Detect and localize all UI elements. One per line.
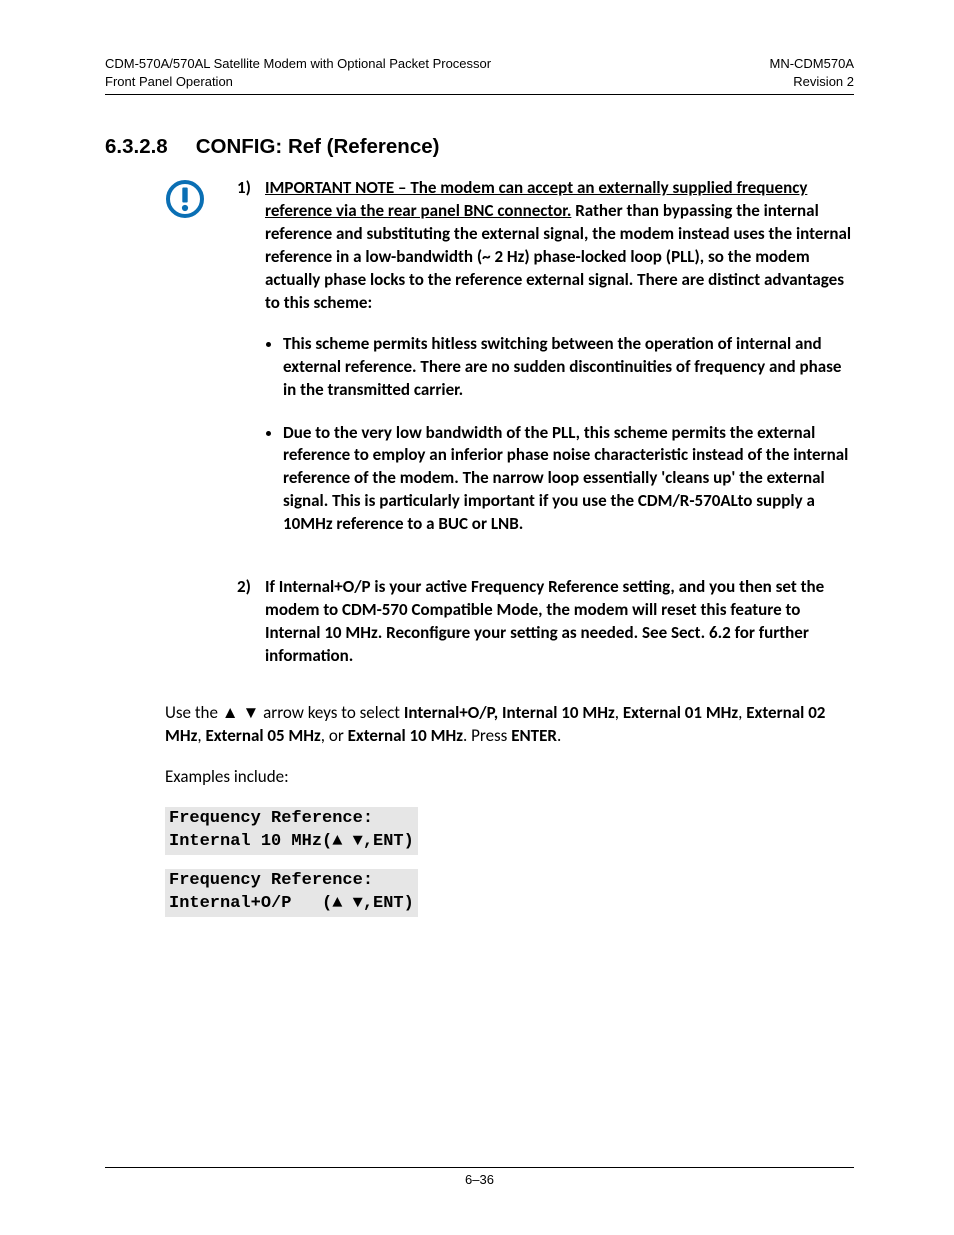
important-note-block: 1) IMPORTANT NOTE – The modem can accept… [165,177,854,688]
alert-icon [165,179,205,219]
page-footer: 6–36 [105,1167,854,1187]
page-header: CDM-570A/570AL Satellite Modem with Opti… [105,55,854,95]
p-seg-c: , [615,702,623,723]
page: CDM-570A/570AL Satellite Modem with Opti… [0,0,954,1235]
page-number: 6–36 [465,1172,494,1187]
p-seg-h: External 05 MHz [205,725,320,746]
header-docnum: MN-CDM570A [769,55,854,73]
bullet-1: This scheme permits hitless switching be… [283,333,854,402]
note-body: 1) IMPORTANT NOTE – The modem can accept… [237,177,854,688]
header-revision: Revision 2 [769,73,854,91]
code-example-1: Frequency Reference: Internal 10 MHz(▲ ▼… [165,807,418,855]
ordered-num-1: 1) [237,177,265,556]
ordered-item-1: 1) IMPORTANT NOTE – The modem can accept… [237,177,854,556]
bullet-list: This scheme permits hitless switching be… [283,333,854,537]
p-seg-i: , or [321,725,348,746]
header-right: MN-CDM570A Revision 2 [769,55,854,90]
header-product: CDM-570A/570AL Satellite Modem with Opti… [105,55,491,73]
section-number: 6.3.2.8 [105,135,168,159]
ordered-item-2: 2) If Internal+O/P is your active Freque… [237,576,854,668]
ordered-text-2: If Internal+O/P is your active Frequency… [265,576,854,668]
section-title: CONFIG: Ref (Reference) [196,135,440,159]
examples-label: Examples include: [165,766,854,789]
p-seg-j: External 10 MHz [348,725,463,746]
usage-paragraph: Use the ▲ ▼ arrow keys to select Interna… [165,702,854,748]
section-heading: 6.3.2.8 CONFIG: Ref (Reference) [105,135,854,159]
ordered-text-1: IMPORTANT NOTE – The modem can accept an… [265,177,854,556]
icon-column [165,177,237,688]
code-example-2: Frequency Reference: Internal+O/P (▲ ▼,E… [165,869,418,917]
p-seg-d: External 01 MHz [623,702,738,723]
code-example-1-wrap: Frequency Reference: Internal 10 MHz(▲ ▼… [105,807,854,855]
p-seg-l: ENTER [511,725,557,746]
bullet-2: Due to the very low bandwidth of the PLL… [283,422,854,537]
p-seg-k: . Press [463,725,511,746]
header-left: CDM-570A/570AL Satellite Modem with Opti… [105,55,491,90]
p-seg-m: . [557,725,561,746]
code-example-2-wrap: Frequency Reference: Internal+O/P (▲ ▼,E… [105,869,854,917]
p-seg-b: Internal+O/P, Internal 10 MHz [404,702,615,723]
p-seg-a: Use the ▲ ▼ arrow keys to select [165,702,404,723]
ordered-num-2: 2) [237,576,265,668]
header-section: Front Panel Operation [105,73,491,91]
